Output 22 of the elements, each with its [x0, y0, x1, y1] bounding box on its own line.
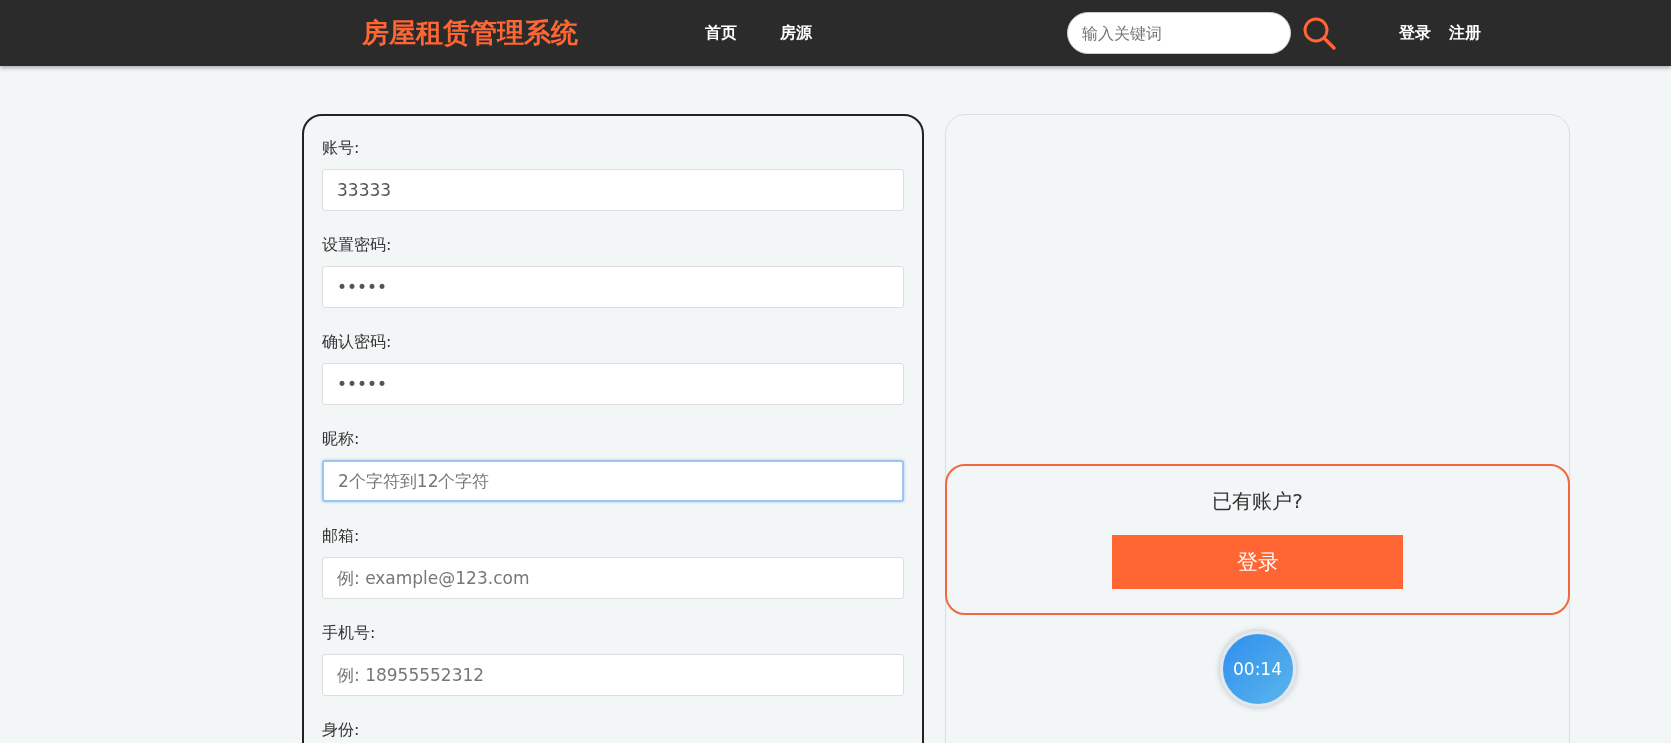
- auth-link[interactable]: 登录: [1399, 22, 1431, 44]
- field-label: 设置密码:: [322, 235, 393, 256]
- search-field[interactable]: 输入关键词: [1067, 12, 1291, 54]
- field-label: 邮箱:: [322, 526, 361, 547]
- field-label: 确认密码:: [322, 332, 393, 353]
- timer-badge: 00:14: [1219, 631, 1296, 707]
- field-label: 手机号:: [322, 623, 377, 644]
- nav-link[interactable]: 首页: [705, 22, 737, 44]
- auth-link[interactable]: 注册: [1449, 22, 1481, 44]
- input-field[interactable]: •••••: [322, 363, 904, 405]
- nav-link[interactable]: 房源: [780, 22, 812, 44]
- input-field[interactable]: 例: 18955552312: [322, 654, 904, 696]
- field-label: 身份:: [322, 720, 361, 741]
- search-icon[interactable]: [1301, 15, 1337, 51]
- field-label: 昵称:: [322, 429, 361, 450]
- login-prompt: 已有账户?: [1212, 488, 1303, 515]
- input-field[interactable]: 例: example@123.com: [322, 557, 904, 599]
- field-label: 账号:: [322, 138, 361, 159]
- input-field[interactable]: •••••: [322, 266, 904, 308]
- input-field[interactable]: 2个字符到12个字符: [322, 460, 904, 502]
- site-logo: 房屋租赁管理系统: [362, 16, 579, 50]
- input-field[interactable]: 33333: [322, 169, 904, 211]
